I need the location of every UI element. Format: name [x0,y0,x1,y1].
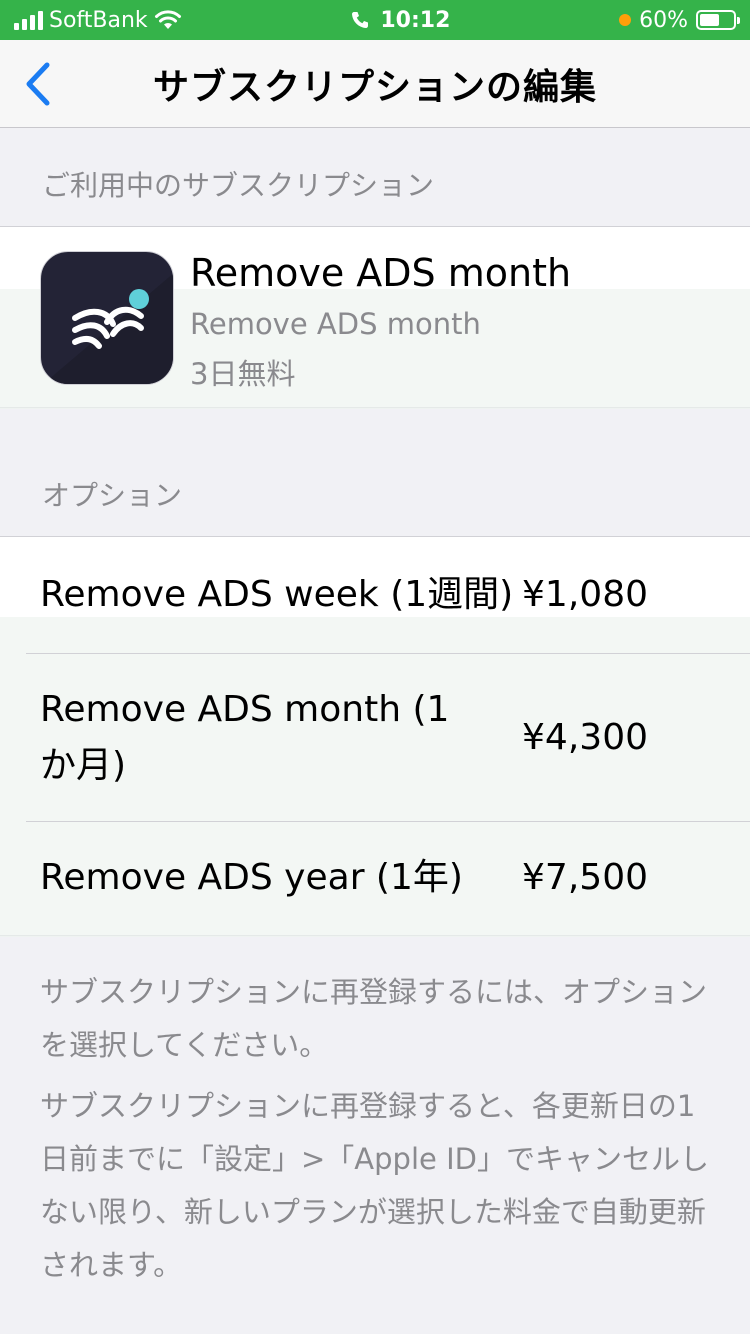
footer-note-autorenew: サブスクリプションに再登録すると、各更新日の1日前までに「設定」>「Apple … [40,1089,709,1282]
status-bar: SoftBank 10:12 60% [0,0,750,40]
battery-percent: 60% [639,7,688,33]
option-name: Remove ADS month (1か月) [40,689,450,786]
option-price: ¥7,500 [522,857,648,898]
option-name: Remove ADS year (1年) [40,857,463,898]
back-button[interactable] [18,60,58,108]
clock-label: 10:12 [380,7,451,33]
subscription-title: Remove ADS month [190,251,572,295]
option-row-week[interactable]: Remove ADS week (1週間) ¥1,080 [0,537,750,653]
subscription-subtitle: Remove ADS month [190,307,481,341]
option-row-year[interactable]: Remove ADS year (1年) ¥7,500 [0,822,750,937]
option-row-month[interactable]: Remove ADS month (1か月) ¥4,300 [0,654,750,822]
current-section-header: ご利用中のサブスクリプション [42,169,435,202]
status-right: 60% [619,7,740,33]
privacy-indicator-icon [619,14,632,26]
footer-note-reselect: サブスクリプションに再登録するには、オプションを選択してください。 [40,975,708,1062]
battery-fill [699,14,720,26]
options-list: Remove ADS week (1週間) ¥1,080 Remove ADS … [0,536,750,937]
option-price: ¥4,300 [522,717,648,758]
current-subscription: Remove ADS month Remove ADS month 3日無料 [0,226,750,409]
status-center: 10:12 [350,8,450,33]
wifi-icon [154,10,181,29]
navigation-bar: サブスクリプションの編集 [0,40,750,128]
option-price: ¥1,080 [522,574,648,615]
battery-icon [695,10,740,30]
options-section-header: オプション [42,479,183,512]
status-left: SoftBank [14,8,182,33]
chevron-left-icon [26,62,50,106]
page-title: サブスクリプションの編集 [152,66,597,108]
signal-icon [14,10,43,30]
option-name: Remove ADS week (1週間) [40,574,514,615]
subscription-trial: 3日無料 [190,357,296,391]
app-logo-icon [43,273,173,384]
carrier-label: SoftBank [49,7,148,33]
app-icon [40,251,174,385]
phone-icon [352,12,369,28]
